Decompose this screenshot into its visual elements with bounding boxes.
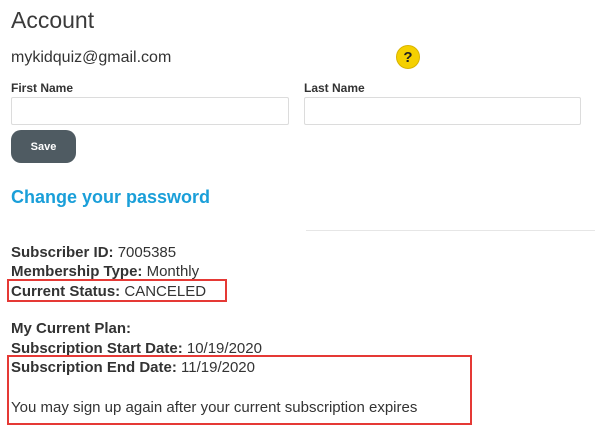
help-question-icon[interactable]: ? xyxy=(396,45,420,69)
subscriber-id-value: 7005385 xyxy=(117,244,177,261)
save-button[interactable]: Save xyxy=(11,130,76,163)
first-name-field[interactable] xyxy=(11,97,289,125)
current-plan-label: My Current Plan: xyxy=(11,320,132,337)
subscriber-id-row: Subscriber ID: 7005385 xyxy=(11,243,176,262)
last-name-label: Last Name xyxy=(304,81,365,95)
account-email: mykidquiz@gmail.com xyxy=(11,49,172,66)
first-name-label: First Name xyxy=(11,81,74,95)
current-plan-row: My Current Plan: xyxy=(11,319,131,338)
last-name-field[interactable] xyxy=(304,97,581,125)
page-title: Account xyxy=(11,7,95,33)
end-date-highlight-box xyxy=(7,355,472,425)
change-password-link[interactable]: Change your password xyxy=(11,186,210,208)
divider xyxy=(306,230,595,231)
membership-type-label: Membership Type: xyxy=(11,263,143,280)
membership-type-value: Monthly xyxy=(146,263,200,280)
status-highlight-box xyxy=(7,279,227,302)
subscriber-id-label: Subscriber ID: xyxy=(11,244,114,261)
